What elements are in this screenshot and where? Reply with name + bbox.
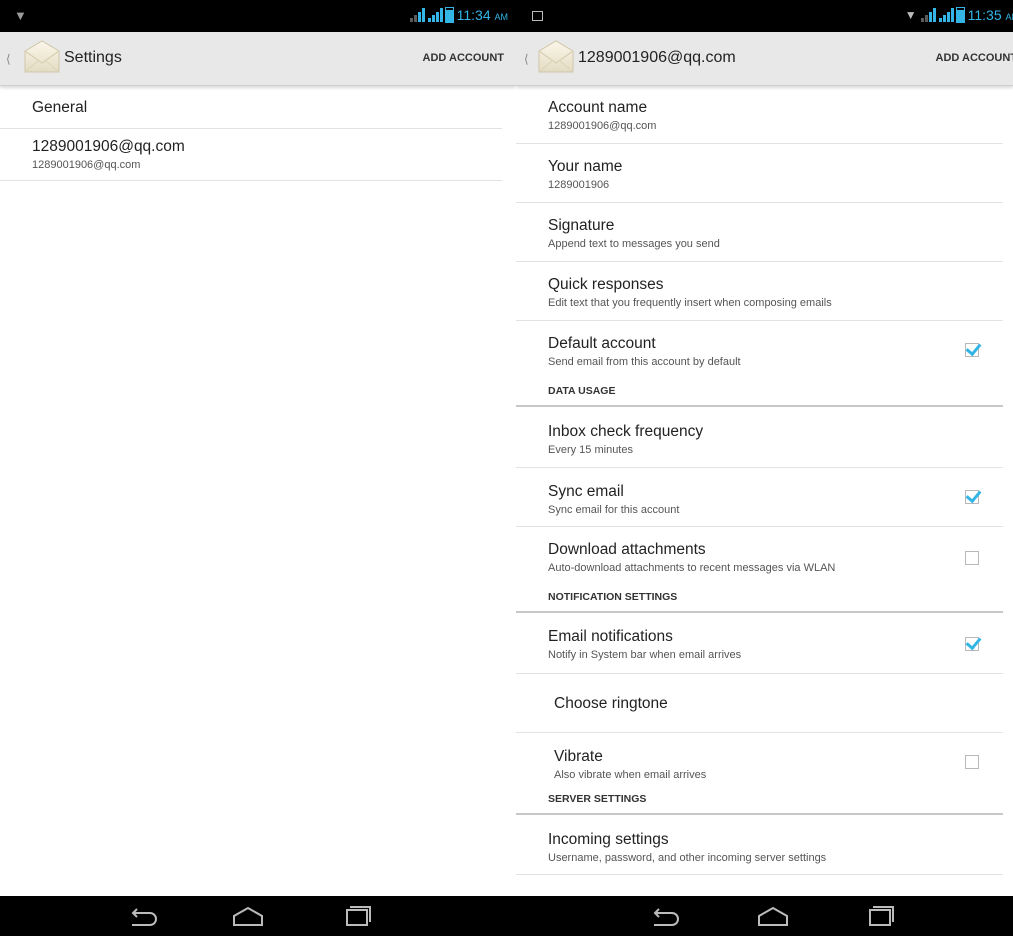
settings-screen: ▼ 11:34 AM ⟨ Settings ADD ACCOUNT Genera… [0,0,516,936]
item-title: Inbox check frequency [548,423,704,440]
pref-email-notifications[interactable]: Email notifications Notify in System bar… [516,613,1003,674]
pref-account-name[interactable]: Account name 1289001906@qq.com [516,86,1003,144]
item-summary: 1289001906 [548,179,610,191]
pref-your-name[interactable]: Your name 1289001906 [516,144,1003,203]
mail-envelope-icon[interactable] [22,38,62,78]
item-title: Account name [548,99,648,116]
wifi-icon: ▼ [904,8,917,22]
page-title: Settings [64,49,122,66]
wifi-icon: ▼ [14,8,27,23]
item-summary: Send email from this account by default [548,356,741,368]
item-title: Sync email [548,483,624,500]
list-item-account[interactable]: 1289001906@qq.com 1289001906@qq.com [0,129,502,181]
pref-sync-email[interactable]: Sync email Sync email for this account [516,468,1003,527]
add-account-button[interactable]: ADD ACCOUNT [423,52,504,64]
item-title: Vibrate [554,748,603,765]
status-bar: ▼ 11:35 AM [516,0,1013,32]
item-summary: Username, password, and other incoming s… [548,852,827,864]
back-icon[interactable] [648,904,682,928]
category-server-settings: SERVER SETTINGS [516,793,1003,815]
up-chevron-icon[interactable]: ⟨ [524,52,529,66]
item-title: Quick responses [548,276,664,293]
pref-quick-responses[interactable]: Quick responses Edit text that you frequ… [516,262,1003,321]
category-notification-settings: NOTIFICATION SETTINGS [516,591,1003,613]
navigation-bar [516,896,1013,936]
vibrate-checkbox[interactable] [965,755,979,769]
item-summary: 1289001906@qq.com [32,159,141,171]
item-title: 1289001906@qq.com [32,138,185,155]
item-title: Choose ringtone [554,695,668,712]
battery-icon [955,7,965,23]
add-account-button[interactable]: ADD ACCOUNT [936,52,1013,64]
recents-icon[interactable] [864,904,898,928]
item-summary: Auto-download attachments to recent mess… [548,562,836,574]
settings-list: General 1289001906@qq.com 1289001906@qq.… [0,86,516,181]
navigation-bar [0,896,516,936]
item-title: Incoming settings [548,831,669,848]
item-title: Default account [548,335,656,352]
status-bar: ▼ 11:34 AM [0,0,516,32]
pref-inbox-check-frequency[interactable]: Inbox check frequency Every 15 minutes [516,407,1003,468]
page-title: 1289001906@qq.com [578,49,736,66]
status-clock: 11:34 AM [456,7,508,23]
pref-default-account[interactable]: Default account Send email from this acc… [516,321,1003,385]
item-summary: Edit text that you frequently insert whe… [548,297,832,309]
item-summary: Notify in System bar when email arrives [548,649,742,661]
home-icon[interactable] [231,904,265,928]
item-title: Download attachments [548,541,706,558]
action-bar: ⟨ 1289001906@qq.com ADD ACCOUNT [516,32,1013,86]
action-bar: ⟨ Settings ADD ACCOUNT [0,32,516,86]
email-notifications-checkbox[interactable] [965,637,979,651]
item-title: Email notifications [548,628,673,645]
item-title: Signature [548,217,615,234]
item-summary: 1289001906@qq.com [548,120,657,132]
item-summary: Every 15 minutes [548,444,633,456]
item-summary: Sync email for this account [548,504,680,516]
signal-icon [920,8,936,22]
default-account-checkbox[interactable] [965,343,979,357]
account-settings-screen: ▼ 11:35 AM ⟨ 1289001906@qq.com ADD ACCOU… [516,0,1013,936]
mail-envelope-icon[interactable] [536,38,576,78]
download-attachments-checkbox[interactable] [965,551,979,565]
up-chevron-icon[interactable]: ⟨ [6,52,11,66]
pref-vibrate[interactable]: Vibrate Also vibrate when email arrives [516,733,1003,793]
item-summary: Also vibrate when email arrives [554,769,707,781]
list-item-general[interactable]: General [0,86,502,129]
signal-icon [427,8,443,22]
sync-email-checkbox[interactable] [965,490,979,504]
pref-choose-ringtone[interactable]: Choose ringtone [516,674,1003,733]
pref-signature[interactable]: Signature Append text to messages you se… [516,203,1003,262]
category-data-usage: DATA USAGE [516,385,1003,407]
home-icon[interactable] [756,904,790,928]
battery-icon [444,7,454,23]
item-title: General [32,99,88,116]
back-icon[interactable] [126,904,160,928]
item-summary: Append text to messages you send [548,238,720,250]
pref-incoming-settings[interactable]: Incoming settings Username, password, an… [516,815,1003,875]
signal-icon [938,8,954,22]
account-settings-list: Account name 1289001906@qq.com Your name… [516,86,1013,875]
pref-download-attachments[interactable]: Download attachments Auto-download attac… [516,527,1003,591]
status-clock: 11:35 AM [967,7,1013,23]
signal-icon [409,8,425,22]
item-title: Your name [548,158,623,175]
recents-icon[interactable] [341,904,375,928]
image-notification-icon [532,11,543,21]
